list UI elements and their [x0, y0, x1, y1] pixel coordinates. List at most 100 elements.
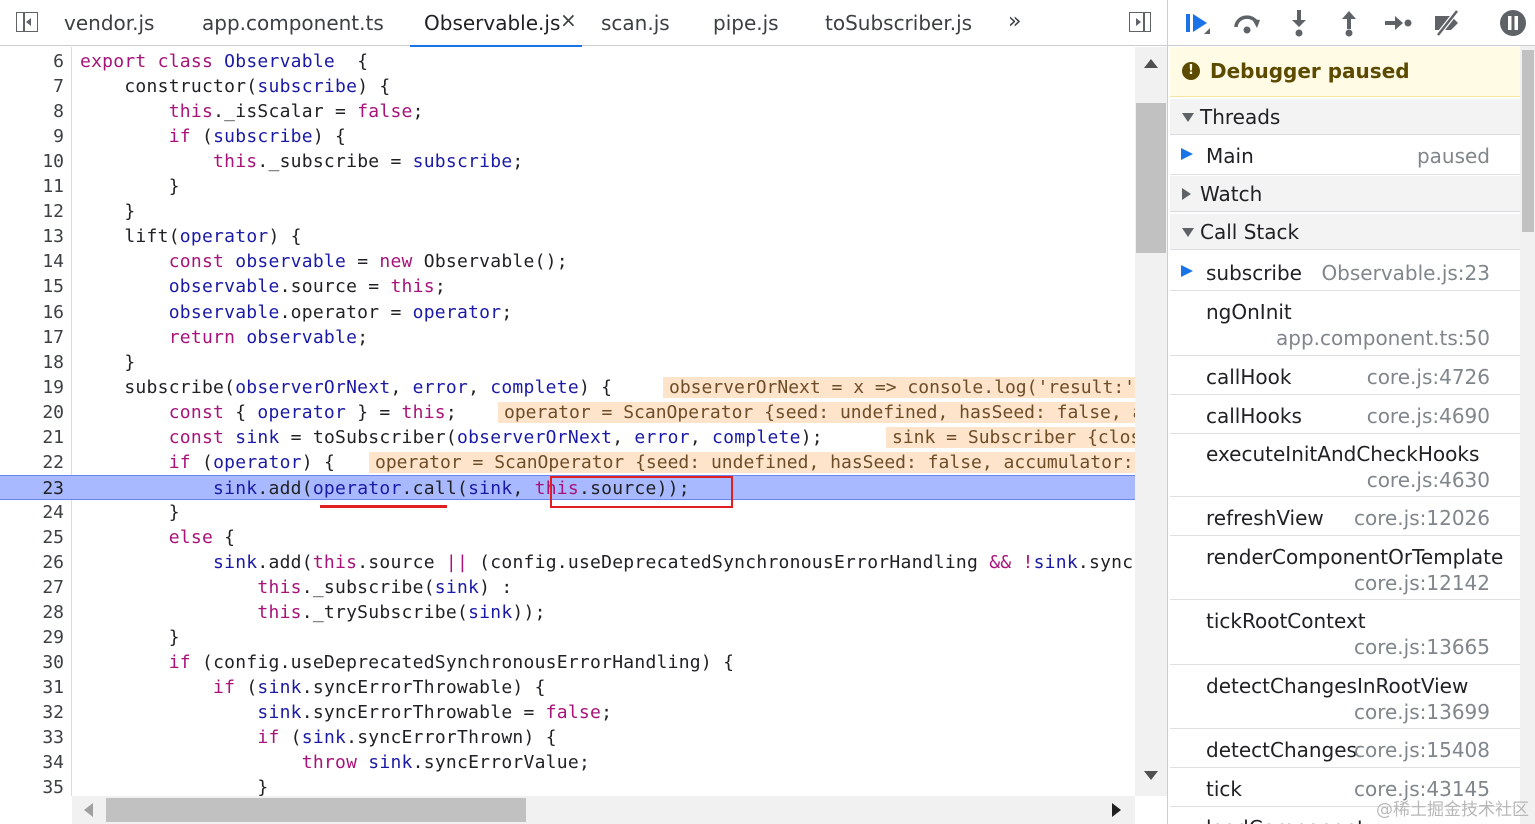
line-number[interactable]: 33	[0, 725, 64, 750]
code-line[interactable]: 31 if (sink.syncErrorThrowable) {	[0, 675, 1135, 700]
call-frame[interactable]: callHooks core.js:4690	[1170, 396, 1520, 434]
pause-on-exceptions-icon[interactable]	[1498, 8, 1528, 38]
line-number[interactable]: 7	[0, 74, 64, 99]
section-watch[interactable]: Watch	[1170, 176, 1520, 212]
code-line[interactable]: 32 sink.syncErrorThrowable = false;	[0, 700, 1135, 725]
line-number[interactable]: 20	[0, 400, 64, 425]
code-line[interactable]: 7 constructor(subscribe) {	[0, 74, 1135, 99]
tab-pipe-js[interactable]: pipe.js	[713, 0, 779, 46]
scrollbar-thumb[interactable]	[1136, 103, 1166, 253]
code-line[interactable]: 25 else {	[0, 525, 1135, 550]
line-number[interactable]: 8	[0, 99, 64, 124]
line-number[interactable]: 12	[0, 199, 64, 224]
code-line[interactable]: 13 lift(operator) {	[0, 224, 1135, 249]
toggle-debugger-sidebar-icon[interactable]	[1127, 10, 1153, 34]
scroll-left-icon[interactable]	[84, 803, 93, 817]
code-line[interactable]: 15 observable.source = this;	[0, 274, 1135, 299]
editor-vertical-scrollbar[interactable]	[1135, 47, 1167, 796]
line-number[interactable]: 24	[0, 500, 64, 525]
code-line[interactable]: 17 return observable;	[0, 325, 1135, 350]
code-line[interactable]: 9 if (subscribe) {	[0, 124, 1135, 149]
scroll-down-icon[interactable]	[1144, 771, 1158, 780]
code-line[interactable]: 22 if (operator) {operator = ScanOperato…	[0, 450, 1135, 475]
code-line[interactable]: 35 }	[0, 775, 1135, 796]
step-out-icon[interactable]	[1334, 8, 1364, 38]
editor-horizontal-scrollbar[interactable]	[72, 796, 1135, 824]
call-frame[interactable]: tickRootContext core.js:13665	[1170, 601, 1520, 665]
code-line[interactable]: 10 this._subscribe = subscribe;	[0, 149, 1135, 174]
line-number[interactable]: 29	[0, 625, 64, 650]
line-number[interactable]: 6	[0, 49, 64, 74]
line-number[interactable]: 17	[0, 325, 64, 350]
call-frame[interactable]: refreshView core.js:12026	[1170, 498, 1520, 536]
code-line[interactable]: 16 observable.operator = operator;	[0, 300, 1135, 325]
call-frame[interactable]: subscribe Observable.js:23	[1170, 253, 1520, 291]
code-line[interactable]: 6 export class Observable {	[0, 49, 1135, 74]
line-number[interactable]: 30	[0, 650, 64, 675]
step-into-icon[interactable]	[1284, 8, 1314, 38]
line-number[interactable]: 25	[0, 525, 64, 550]
line-number[interactable]: 35	[0, 775, 64, 796]
line-number[interactable]: 10	[0, 149, 64, 174]
tab-tosubscriber-js[interactable]: toSubscriber.js	[825, 0, 972, 46]
call-frame[interactable]: detectChanges core.js:15408	[1170, 730, 1520, 768]
resume-icon[interactable]	[1182, 8, 1212, 38]
tab-vendor-js[interactable]: vendor.js	[64, 0, 154, 46]
sidebar-scrollbar[interactable]	[1520, 46, 1535, 824]
code-line[interactable]: 11 }	[0, 174, 1135, 199]
code-editor[interactable]: 6 export class Observable {7 constructor(…	[0, 47, 1135, 796]
code-line[interactable]: 34 throw sink.syncErrorValue;	[0, 750, 1135, 775]
line-number[interactable]: 15	[0, 274, 64, 299]
code-line[interactable]: 33 if (sink.syncErrorThrown) {	[0, 725, 1135, 750]
line-number[interactable]: 13	[0, 224, 64, 249]
line-number[interactable]: 9	[0, 124, 64, 149]
line-number[interactable]: 21	[0, 425, 64, 450]
line-number[interactable]: 26	[0, 550, 64, 575]
line-number[interactable]: 27	[0, 575, 64, 600]
code-line[interactable]: 27 this._subscribe(sink) :	[0, 575, 1135, 600]
call-frame[interactable]: executeInitAndCheckHooks core.js:4630	[1170, 434, 1520, 497]
tab-app-component-ts[interactable]: app.component.ts	[202, 0, 384, 46]
code-line[interactable]: 28 this._trySubscribe(sink));	[0, 600, 1135, 625]
line-number[interactable]: 18	[0, 350, 64, 375]
section-threads[interactable]: Threads	[1170, 99, 1520, 135]
code-line[interactable]: 14 const observable = new Observable();	[0, 249, 1135, 274]
call-frame[interactable]: detectChangesInRootView core.js:13699	[1170, 666, 1520, 729]
call-frame[interactable]: renderComponentOrTemplate core.js:12142	[1170, 537, 1520, 600]
code-line[interactable]: 18 }	[0, 350, 1135, 375]
thread-row-main[interactable]: Main paused	[1170, 137, 1520, 175]
scrollbar-thumb[interactable]	[1522, 50, 1534, 232]
scroll-right-icon[interactable]	[1112, 803, 1121, 817]
tab-scan-js[interactable]: scan.js	[601, 0, 670, 46]
line-number[interactable]: 28	[0, 600, 64, 625]
code-line[interactable]: 29 }	[0, 625, 1135, 650]
code-line[interactable]: 21 const sink = toSubscriber(observerOrN…	[0, 425, 1135, 450]
toggle-navigator-icon[interactable]	[14, 10, 40, 34]
line-number[interactable]: 14	[0, 249, 64, 274]
code-line[interactable]: 30 if (config.useDeprecatedSynchronousEr…	[0, 650, 1135, 675]
close-tab-icon[interactable]: ×	[560, 0, 577, 40]
code-line[interactable]: 20 const { operator } = this; operator = …	[0, 400, 1135, 425]
step-icon[interactable]	[1382, 8, 1412, 38]
line-number[interactable]: 11	[0, 174, 64, 199]
call-frame[interactable]: callHook core.js:4726	[1170, 357, 1520, 395]
line-number[interactable]: 22	[0, 450, 64, 475]
deactivate-breakpoints-icon[interactable]	[1432, 8, 1462, 38]
line-number[interactable]: 23	[0, 476, 64, 501]
code-line[interactable]: 26 sink.add(this.source || (config.useDe…	[0, 550, 1135, 575]
code-line[interactable]: 19 subscribe(observerOrNext, error, comp…	[0, 375, 1135, 400]
scroll-up-icon[interactable]	[1144, 59, 1158, 68]
step-over-icon[interactable]	[1232, 8, 1262, 38]
line-number[interactable]: 32	[0, 700, 64, 725]
tab-observable-js[interactable]: Observable.js	[409, 0, 583, 47]
line-number[interactable]: 34	[0, 750, 64, 775]
line-number[interactable]: 19	[0, 375, 64, 400]
scrollbar-thumb[interactable]	[106, 798, 526, 822]
more-tabs-icon[interactable]: »	[1008, 0, 1021, 44]
call-frame[interactable]: ngOnInit app.component.ts:50	[1170, 292, 1520, 356]
line-number[interactable]: 31	[0, 675, 64, 700]
code-line[interactable]: 12 }	[0, 199, 1135, 224]
line-number[interactable]: 16	[0, 300, 64, 325]
code-line[interactable]: 8 this._isScalar = false;	[0, 99, 1135, 124]
section-call-stack[interactable]: Call Stack	[1170, 214, 1520, 250]
